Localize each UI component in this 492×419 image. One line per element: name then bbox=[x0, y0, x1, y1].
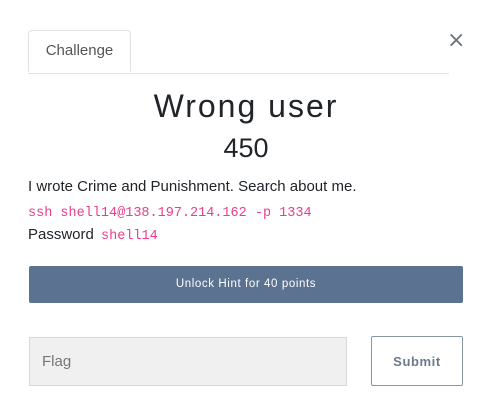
password-value: shell14 bbox=[101, 229, 158, 244]
challenge-points: 450 bbox=[223, 133, 269, 163]
ssh-command: ssh shell14@138.197.214.162 -p 1334 bbox=[28, 206, 312, 221]
flag-input[interactable] bbox=[29, 337, 347, 386]
password-line: Password shell14 bbox=[28, 226, 158, 244]
tab-bar: Challenge bbox=[28, 30, 449, 74]
challenge-modal: × Challenge Wrong user 450 I wrote Crime… bbox=[0, 0, 492, 419]
password-label: Password bbox=[28, 226, 94, 243]
tab-challenge[interactable]: Challenge bbox=[28, 30, 131, 72]
submit-button[interactable]: Submit bbox=[371, 336, 463, 386]
challenge-title: Wrong user bbox=[153, 88, 339, 124]
close-icon[interactable]: × bbox=[447, 30, 465, 52]
challenge-description: I wrote Crime and Punishment. Search abo… bbox=[28, 178, 357, 195]
unlock-hint-button[interactable]: Unlock Hint for 40 points bbox=[29, 266, 463, 303]
